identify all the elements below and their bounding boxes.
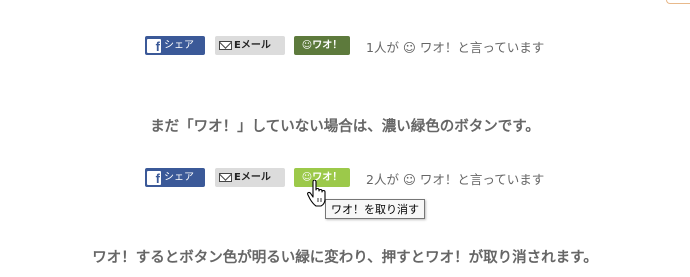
caption-dark-button: まだ「ワオ！」していない場合は、濃い緑色のボタンです。 xyxy=(150,119,540,135)
email-button[interactable]: Eメール xyxy=(215,168,285,187)
undo-wao-tooltip: ワオ！を取り消す xyxy=(325,199,425,219)
envelope-icon xyxy=(219,41,232,50)
corner-decoration xyxy=(666,0,690,4)
share-label: シェア xyxy=(164,171,194,183)
facebook-share-button[interactable]: f シェア xyxy=(145,168,205,187)
share-label: シェア xyxy=(164,39,194,51)
facebook-share-button[interactable]: f シェア xyxy=(145,36,205,55)
caption-light-button: ワオ！するとボタン色が明るい緑に変わり、押すとワオ！が取り消されます。 xyxy=(92,250,598,266)
wao-label: ☺ワオ！ xyxy=(301,39,343,51)
email-button[interactable]: Eメール xyxy=(215,36,285,55)
email-label: Eメール xyxy=(234,39,271,51)
wao-button[interactable]: ☺ワオ！ xyxy=(294,36,350,55)
email-label: Eメール xyxy=(234,171,271,183)
facebook-icon: f xyxy=(147,170,161,185)
envelope-icon xyxy=(219,173,232,182)
wao-count-text: 1人が ☺ ワオ！と言っています xyxy=(366,40,545,55)
wao-count-text: 2人が ☺ ワオ！と言っています xyxy=(366,172,545,187)
facebook-icon: f xyxy=(147,38,161,53)
hand-cursor-icon xyxy=(307,180,326,207)
